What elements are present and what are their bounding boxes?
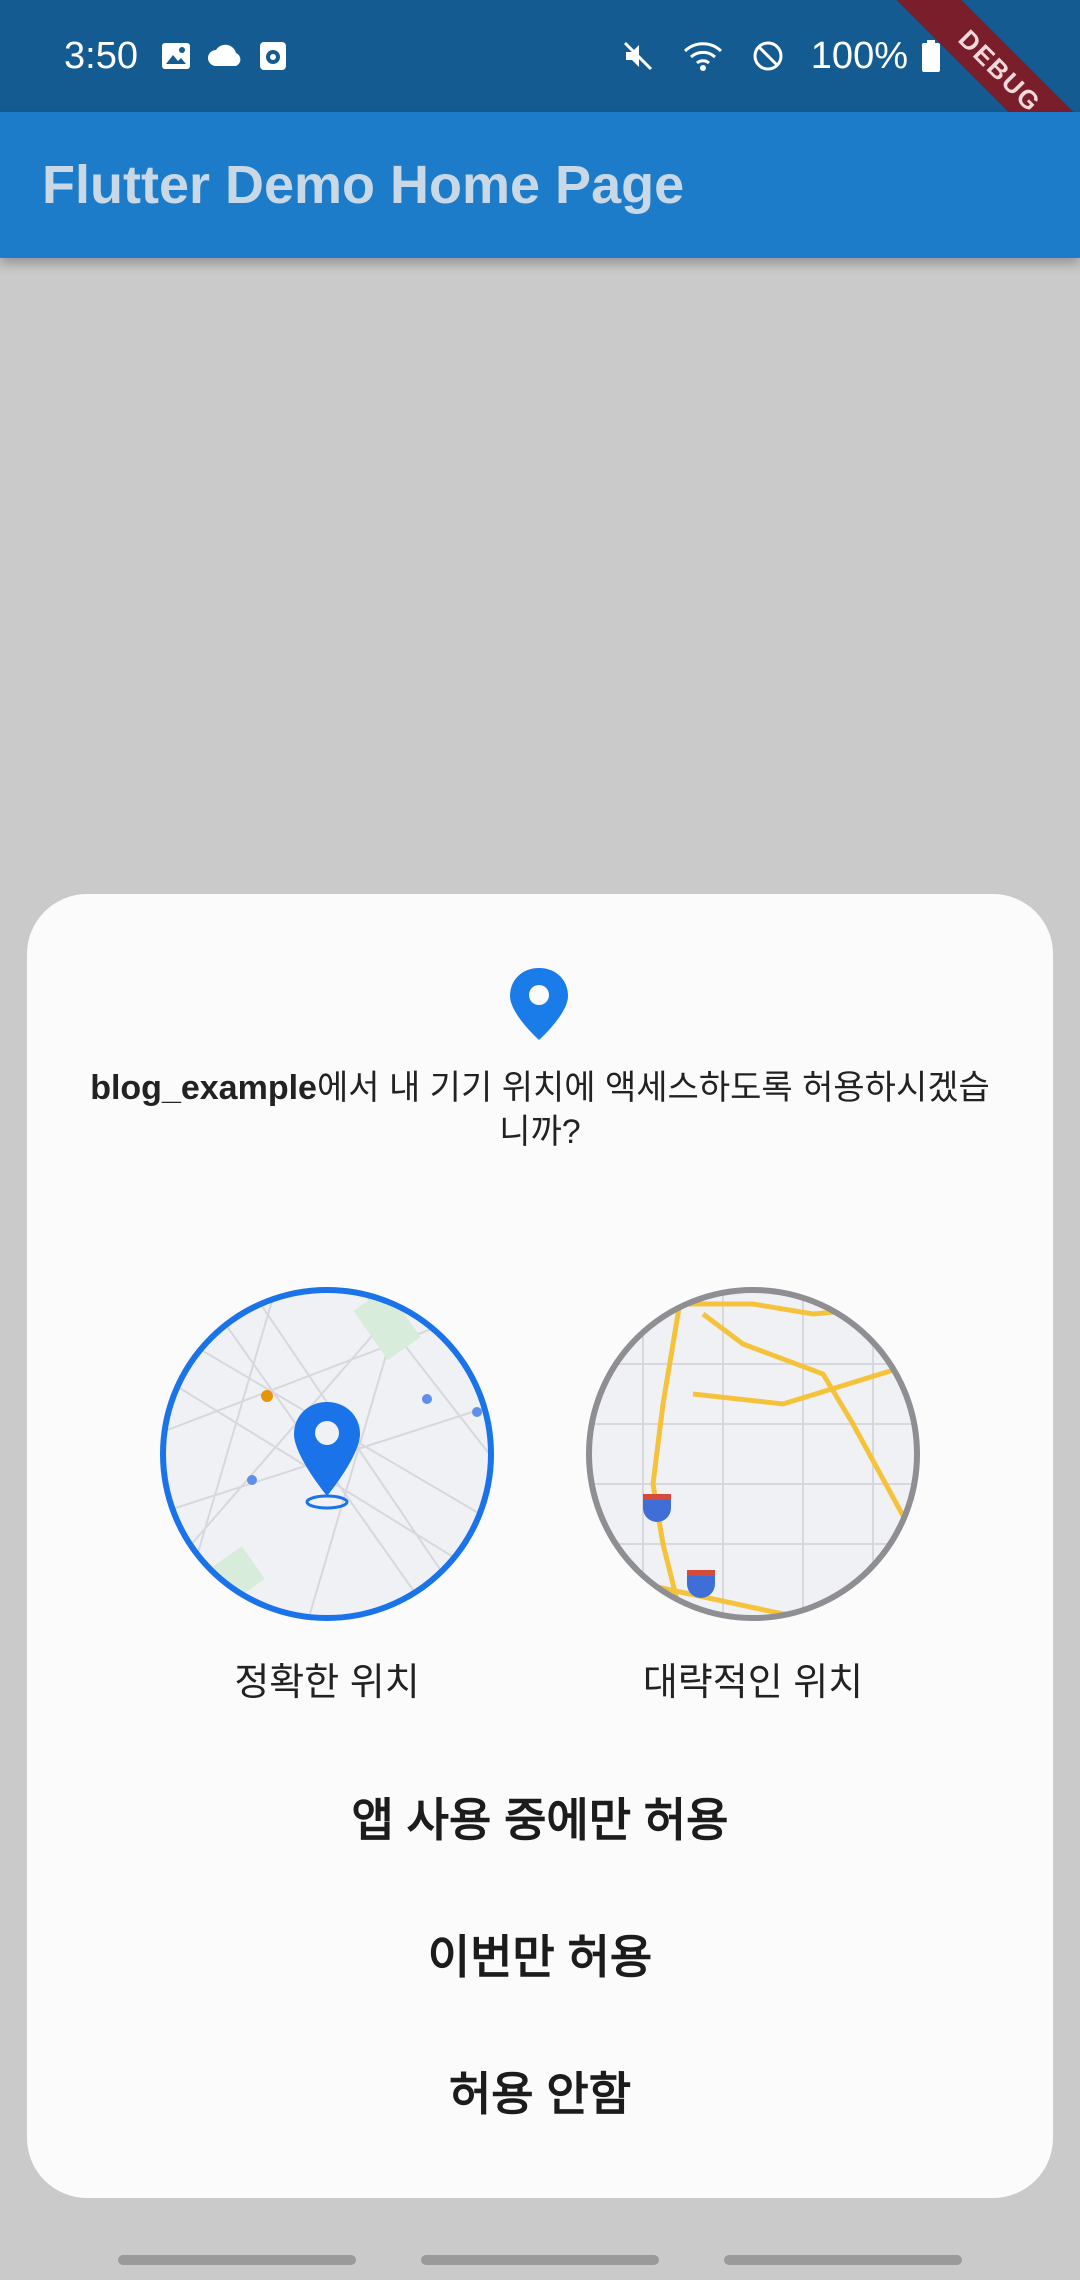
app-bar: Flutter Demo Home Page: [0, 112, 1080, 258]
cloud-icon: [206, 42, 244, 70]
precise-map-icon: [160, 1287, 494, 1621]
location-permission-dialog: blog_example에서 내 기기 위치에 액세스하도록 허용하시겠습니까?: [27, 894, 1053, 2198]
nav-handle-left[interactable]: [118, 2255, 356, 2265]
status-time: 3:50: [64, 34, 138, 77]
permission-prompt: blog_example에서 내 기기 위치에 액세스하도록 허용하시겠습니까?: [87, 1066, 993, 1154]
nav-handle-center[interactable]: [421, 2255, 659, 2265]
app-bar-title: Flutter Demo Home Page: [42, 155, 685, 215]
approximate-location-option[interactable]: 대략적인 위치: [583, 1284, 923, 1706]
battery-icon: [920, 39, 942, 73]
battery-percent: 100%: [810, 34, 908, 77]
mute-icon: [621, 39, 655, 73]
nav-handle-right[interactable]: [724, 2255, 962, 2265]
image-icon: [160, 40, 192, 72]
precise-location-label: 정확한 위치: [234, 1662, 420, 1704]
wifi-icon: [681, 39, 725, 73]
deny-button[interactable]: 허용 안함: [27, 2058, 1053, 2124]
prompt-app-name: blog_example: [90, 1069, 317, 1107]
location-pin-icon: [507, 966, 571, 1047]
do-not-disturb-icon: [751, 39, 785, 73]
approximate-location-label: 대략적인 위치: [642, 1662, 864, 1704]
precise-location-option[interactable]: 정확한 위치: [157, 1284, 497, 1706]
allow-while-using-button[interactable]: 앱 사용 중에만 허용: [27, 1784, 1053, 1850]
status-right: 100%: [621, 35, 956, 78]
approximate-map-icon: [586, 1287, 920, 1621]
app-notification-icon: [258, 40, 288, 72]
prompt-text: 에서 내 기기 위치에 액세스하도록 허용하시겠습니까?: [316, 1069, 990, 1151]
allow-once-button[interactable]: 이번만 허용: [27, 1921, 1053, 1987]
